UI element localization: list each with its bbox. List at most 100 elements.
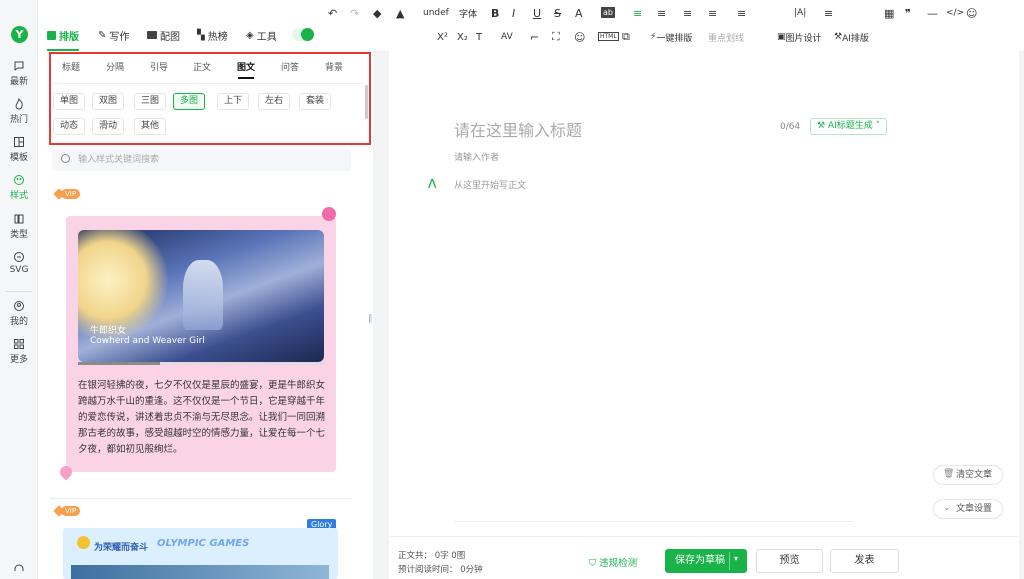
indent-button[interactable]: ≡ (683, 6, 692, 20)
nav-support[interactable] (0, 563, 38, 577)
headset-icon (14, 564, 24, 571)
chevron-down-icon: ⌄ (943, 503, 951, 513)
font-size-select[interactable]: 字体 (459, 6, 477, 20)
top-tabs-bar (38, 0, 373, 52)
nav-item-more[interactable]: 更多 (0, 338, 38, 365)
nav-item-latest[interactable]: 最新 (0, 60, 38, 87)
shield-icon: ⛉ (589, 558, 600, 569)
panel-resize-handle[interactable]: ‖ (368, 314, 373, 324)
trash-icon: 🗑 (943, 469, 955, 479)
line-height-button[interactable]: ≡ (708, 6, 717, 20)
chevron-down-icon[interactable]: ▾ (734, 554, 738, 563)
tab-hotlist[interactable]: ▚ 热榜 (197, 27, 228, 43)
violation-check-button[interactable]: ⛉ 违规检测 (589, 555, 637, 569)
svg-icon (14, 252, 24, 262)
paragraph-spacing-button[interactable]: ≡ (737, 6, 746, 20)
template-insert-icon[interactable]: ⧉ (622, 30, 630, 44)
image-progress-fill (78, 362, 160, 365)
cube-icon: ◈ (246, 29, 254, 41)
nav-item-hot[interactable]: 热门 (0, 98, 38, 125)
card2-title-en: OLYMPIC GAMES (157, 538, 250, 549)
format-painter-button[interactable]: ◆ (373, 6, 381, 20)
vip-badge: VIP (61, 506, 81, 516)
key-line-button[interactable]: 重点划线 (708, 30, 744, 44)
ai-title-button[interactable]: ⚒ AI标题生成 ˅ (810, 118, 888, 135)
editor-bottom-line (454, 521, 853, 522)
font-color-button[interactable]: A (575, 6, 583, 20)
ai-icon: ⚒ (834, 32, 843, 42)
html-icon[interactable]: HTML (598, 32, 619, 41)
nav-item-mine[interactable]: 我的 (0, 300, 38, 327)
font-family-select[interactable]: undef (423, 6, 449, 20)
flame-icon (15, 98, 23, 110)
style-search-input[interactable]: 输入样式关键词搜索 (52, 149, 351, 171)
body-input[interactable]: 从这里开始写正文 (454, 178, 526, 191)
style-icon (14, 175, 24, 185)
word-count: 正文共： 0字 0图 (398, 551, 466, 561)
image-caption-cn: 牛郎织女 (90, 326, 127, 336)
card-divider (50, 498, 352, 499)
tab-images[interactable]: 配图 (147, 27, 180, 43)
code-icon[interactable]: </> (946, 6, 964, 20)
emoji-insert-icon[interactable]: ☺ (574, 30, 585, 44)
type-book-icon (14, 214, 24, 224)
letter-spacing-button[interactable]: |A| (794, 6, 806, 20)
preview-button[interactable]: 预览 (756, 549, 823, 573)
underline-button[interactable]: U (533, 6, 541, 20)
grid-icon (14, 339, 24, 349)
table-icon[interactable]: ▦ (884, 6, 894, 20)
tab-tools[interactable]: ◈ 工具 (246, 27, 277, 43)
image-caption-en: Cowherd and Weaver Girl (90, 336, 205, 346)
clear-format-button[interactable]: ▲ (396, 6, 404, 20)
nav-item-template[interactable]: 模板 (0, 136, 38, 163)
one-click-layout-button[interactable]: ⚡ 一键排版 (650, 30, 692, 44)
align-center-button[interactable]: ≡ (657, 6, 666, 20)
nav-divider (6, 291, 32, 292)
figures-shape (183, 260, 223, 330)
align-left-button[interactable]: ≡ (633, 6, 642, 20)
bold-button[interactable]: B (491, 6, 499, 20)
template-icon (14, 137, 24, 147)
active-tab-indicator (47, 49, 79, 51)
title-input[interactable]: 请在这里输入标题 (454, 117, 582, 141)
subscript-button[interactable]: X₂ (457, 30, 468, 44)
layout-icon (47, 30, 56, 40)
image-design-button[interactable]: ▣ 图片设计 (777, 30, 822, 44)
read-time: 预计阅读时间： 0分钟 (398, 565, 483, 575)
quote-icon[interactable]: ❞ (905, 6, 911, 20)
char-spacing-button[interactable]: AV (501, 30, 513, 44)
bookmark-icon: ▚ (197, 29, 205, 41)
title-count: 0/64 (780, 122, 801, 132)
superscript-button[interactable]: X² (437, 30, 448, 44)
nav-item-svg[interactable]: SVG (0, 251, 38, 275)
italic-button[interactable]: I (512, 6, 515, 20)
image-icon (147, 31, 157, 39)
feature-toggle[interactable] (292, 28, 314, 41)
app-logo[interactable]: Y (11, 26, 28, 43)
vip-badge: VIP (61, 189, 81, 199)
highlight-box (49, 52, 371, 145)
tab-writing[interactable]: ✎ 写作 (98, 27, 129, 43)
border-button[interactable]: ⌐ (530, 30, 539, 44)
insert-image-icon[interactable]: ⛶ (552, 30, 560, 44)
emoji-icon[interactable]: ☺ (966, 6, 977, 20)
divider-line-button[interactable]: — (927, 6, 938, 20)
author-input[interactable]: 请输入作者 (454, 150, 499, 163)
publish-button[interactable]: 发表 (830, 549, 899, 573)
card2-title: 为荣耀而奋斗 (94, 543, 149, 553)
undo-button[interactable]: ↶ (328, 6, 337, 20)
nav-item-type[interactable]: 类型 (0, 213, 38, 240)
ai-layout-button[interactable]: ⚒ AI排版 (834, 30, 869, 44)
chat-bubble-icon (14, 61, 24, 71)
redo-button[interactable]: ↷ (350, 6, 359, 20)
nav-item-style[interactable]: 样式 (0, 174, 38, 201)
tab-layout[interactable]: 排版 (47, 27, 79, 51)
flower-icon (322, 207, 336, 221)
ai-assist-icon[interactable]: ⋀ (428, 178, 436, 189)
strikethrough-button[interactable]: S (554, 6, 561, 20)
list-button[interactable]: ≡ (824, 6, 833, 20)
highlight-color-button[interactable]: ab (601, 7, 615, 18)
text-style-button[interactable]: T (476, 30, 482, 44)
medal-icon (77, 536, 90, 549)
card-body-text: 在银河轻拂的夜，七夕不仅仅是星辰的盛宴，更是牛郎织女跨越万水千山的重逢。这不仅仅… (78, 380, 326, 455)
